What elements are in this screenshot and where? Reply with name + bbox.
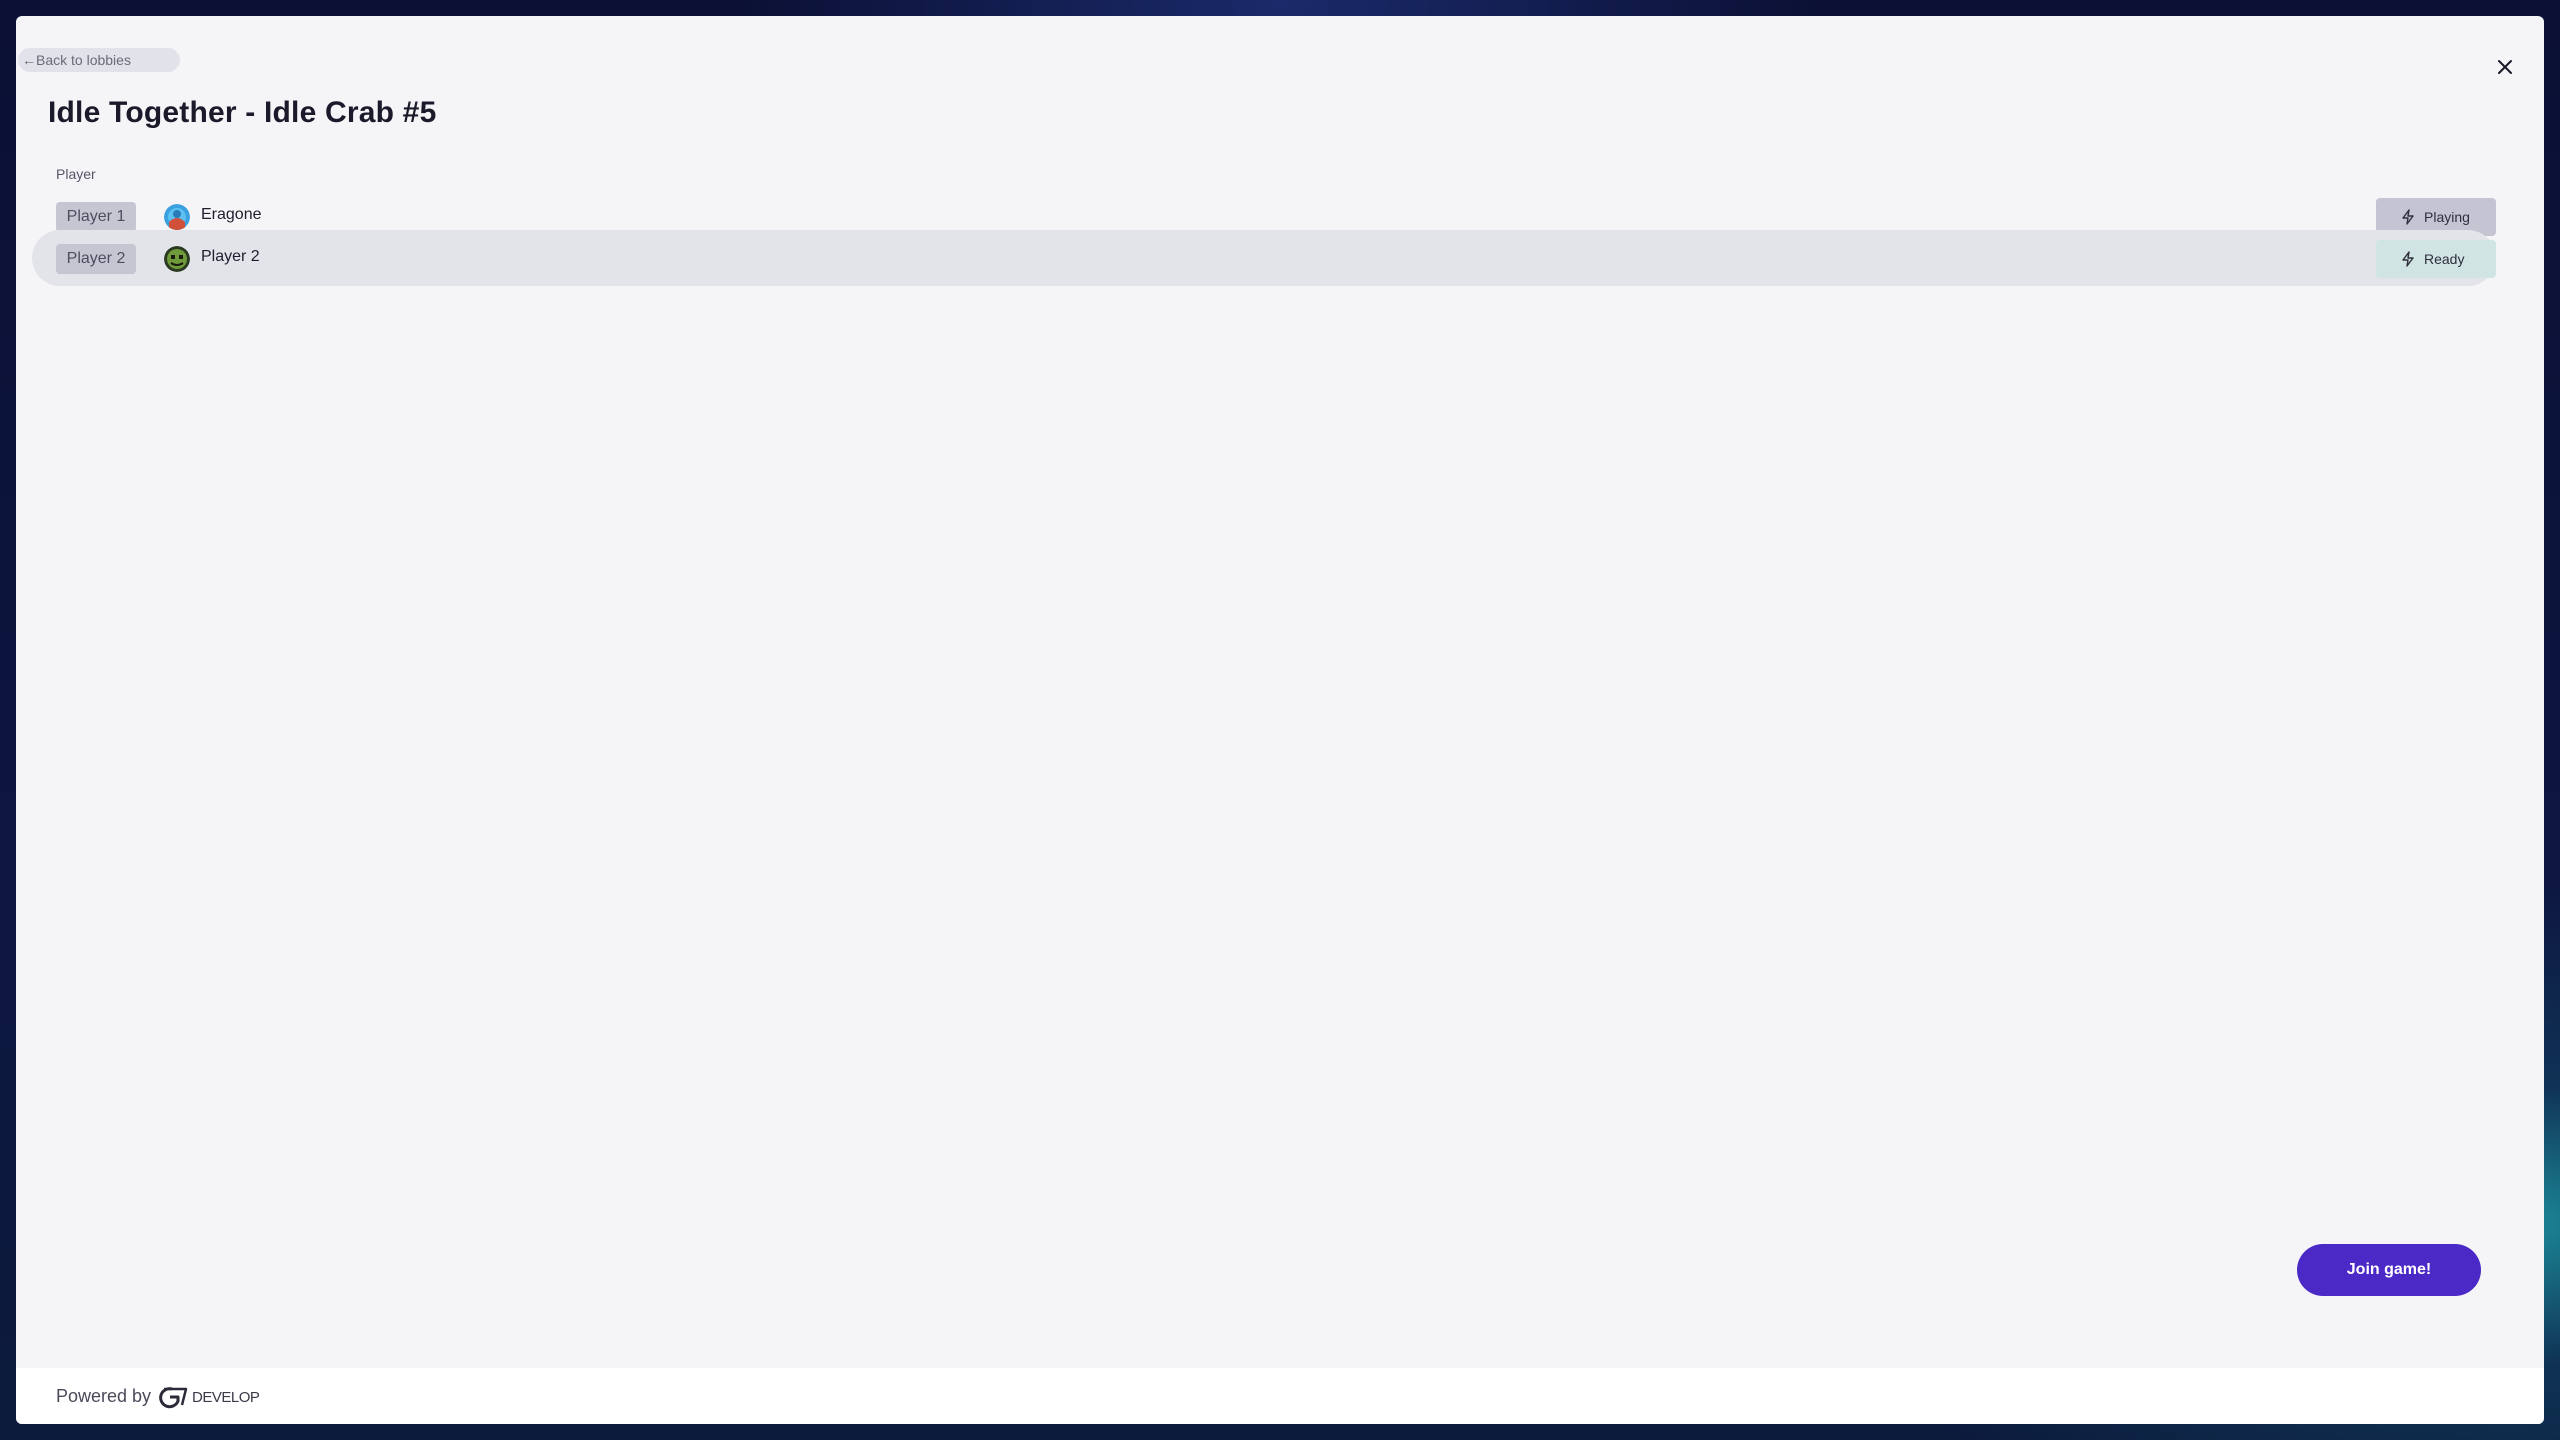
slot-badge: Player 2 [56,244,136,274]
gdevelop-logo[interactable]: DEVELOP [156,1384,260,1410]
avatar [164,246,190,272]
lobby-dialog: ← Back to lobbies Idle Together - Idle C… [16,16,2544,1424]
gdevelop-wordmark: DEVELOP [192,1388,260,1406]
slot-badge: Player 1 [56,202,136,232]
status-label: Ready [2424,251,2465,267]
player-name: Player 2 [201,248,260,265]
close-icon [2498,60,2512,74]
status-label: Playing [2424,209,2470,225]
close-button[interactable] [2490,52,2520,82]
status-ready-button[interactable]: Ready [2376,240,2496,278]
back-to-lobbies-link[interactable]: ← Back to lobbies [18,48,180,72]
back-arrow-icon: ← [22,52,36,68]
player-name: Eragone [201,206,262,223]
avatar [164,204,190,230]
bolt-icon [2402,251,2414,267]
page-title: Idle Together - Idle Crab #5 [48,96,437,129]
player-column-header: Player [56,166,96,182]
back-link-label: Back to lobbies [36,52,131,68]
player-row: Player 2 Player 2 Ready [32,230,2496,286]
powered-by-label: Powered by [56,1386,152,1406]
footer: Powered by DEVELOP [16,1368,2544,1424]
join-game-button[interactable]: Join game! [2297,1244,2481,1296]
gdevelop-logo-icon [159,1387,188,1409]
bolt-icon [2402,209,2414,225]
